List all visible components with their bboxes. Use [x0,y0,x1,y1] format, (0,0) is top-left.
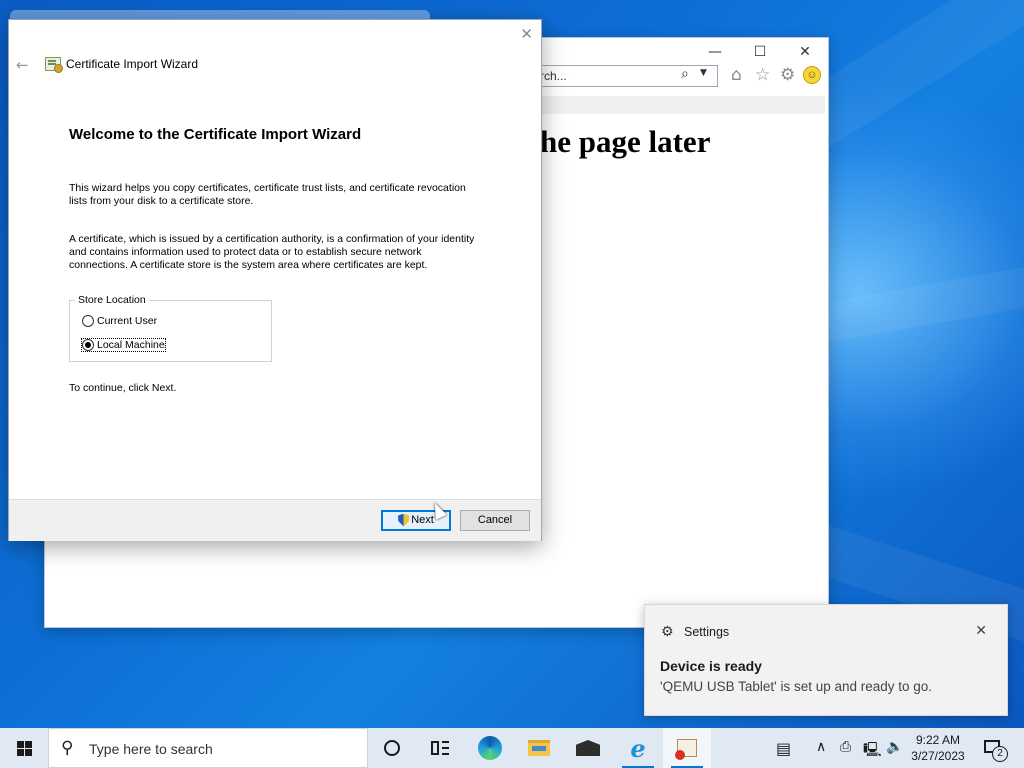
back-arrow-icon[interactable]: ← [16,56,29,74]
cortana-button[interactable] [368,728,416,768]
intro-paragraph: This wizard helps you copy certificates,… [69,182,509,208]
description-line: connections. A certificate store is the … [69,259,428,271]
certificate-description: A certificate, which is issued by a cert… [69,233,509,272]
search-placeholder[interactable]: Type here to search [89,741,213,757]
close-button[interactable]: ✕ [790,42,820,62]
internet-explorer-button[interactable]: e [614,728,662,768]
mail-icon [576,740,600,756]
uac-shield-icon [398,513,410,527]
start-button[interactable] [0,728,48,768]
minimize-button[interactable]: — [700,42,730,62]
clock-date: 3/27/2023 [911,749,965,763]
certificate-icon [45,57,63,73]
radio-button[interactable] [82,339,94,351]
continue-instruction: To continue, click Next. [69,382,177,394]
cortana-icon [384,740,400,756]
search-icon: ⚲ [61,738,74,758]
window-title: Certificate Import Wizard [66,57,199,71]
wizard-heading: Welcome to the Certificate Import Wizard [69,126,362,143]
taskbar: ⚲ Type here to search e ▤ ∧ ⎙ 🖳 🔈 9:22 A… [0,728,1024,768]
certificate-import-wizard[interactable]: ✕ ← Certificate Import Wizard Welcome to… [8,19,542,541]
gear-icon: ⚙ [661,624,674,640]
device-icon[interactable]: ⎙ [840,739,851,755]
notification-count-badge: 2 [992,746,1008,762]
search-icon[interactable]: ⌕ [681,66,689,82]
next-label[interactable]: Next [411,514,434,526]
chevron-up-icon[interactable]: ∧ [816,739,826,755]
radio-current-user[interactable]: Current User [82,315,157,327]
volume-muted-icon[interactable]: 🔈 [886,739,903,755]
radio-label[interactable]: Current User [97,315,157,327]
toast-title: Device is ready [660,658,762,674]
store-location-group [69,300,272,362]
task-view-button[interactable] [416,728,464,768]
edge-icon [478,736,502,760]
system-clock[interactable]: 9:22 AM 3/27/2023 [910,732,966,764]
maximize-button[interactable]: ☐ [745,42,775,62]
task-view-icon [431,741,449,755]
file-explorer-button[interactable] [515,728,563,768]
intro-line: This wizard helps you copy certificates,… [69,182,466,194]
windows-logo-icon [17,741,32,756]
search-dropdown-icon[interactable]: ▼ [700,68,707,78]
taskbar-search-box[interactable]: ⚲ Type here to search [48,728,368,768]
certificate-manager-button[interactable] [663,728,711,768]
store-location-legend: Store Location [75,294,149,306]
close-icon[interactable]: ✕ [975,623,987,639]
internet-explorer-icon: e [630,733,646,763]
intro-line: lists from your disk to a certificate st… [69,195,254,207]
certificate-icon [675,739,697,760]
browser-tab-strip [535,96,825,114]
radio-local-machine[interactable]: Local Machine [81,338,166,352]
star-icon[interactable]: ☆ [755,65,770,85]
cancel-button[interactable]: Cancel [460,510,530,531]
news-widget-icon[interactable]: ▤ [776,739,791,758]
description-line: A certificate, which is issued by a cert… [69,233,475,245]
gear-icon[interactable]: ⚙ [780,65,795,85]
description-line: and contains information used to protect… [69,246,422,258]
mail-button[interactable] [564,728,612,768]
toast-app-name: Settings [684,625,730,639]
action-center-button[interactable]: 2 [978,728,1024,768]
page-heading: he page later [540,124,711,159]
wizard-footer: Next Cancel [9,499,541,541]
radio-label[interactable]: Local Machine [97,339,165,351]
notification-toast[interactable]: ⚙ Settings ✕ Device is ready 'QEMU USB T… [644,604,1008,716]
desktop: — ☐ ✕ ⌕ ▼ ⌂ ☆ ⚙ ☺ he page later ✕ ← Cert… [0,0,1024,728]
radio-button[interactable] [82,315,94,327]
browser-search-input[interactable] [535,65,718,87]
clock-time: 9:22 AM [915,733,961,747]
network-icon[interactable]: 🖳 [863,739,882,763]
folder-icon [528,740,550,756]
smiley-icon[interactable]: ☺ [803,66,821,84]
toast-body: 'QEMU USB Tablet' is set up and ready to… [660,679,933,694]
home-icon[interactable]: ⌂ [731,65,742,85]
close-icon[interactable]: ✕ [520,25,533,43]
edge-button[interactable] [466,728,514,768]
